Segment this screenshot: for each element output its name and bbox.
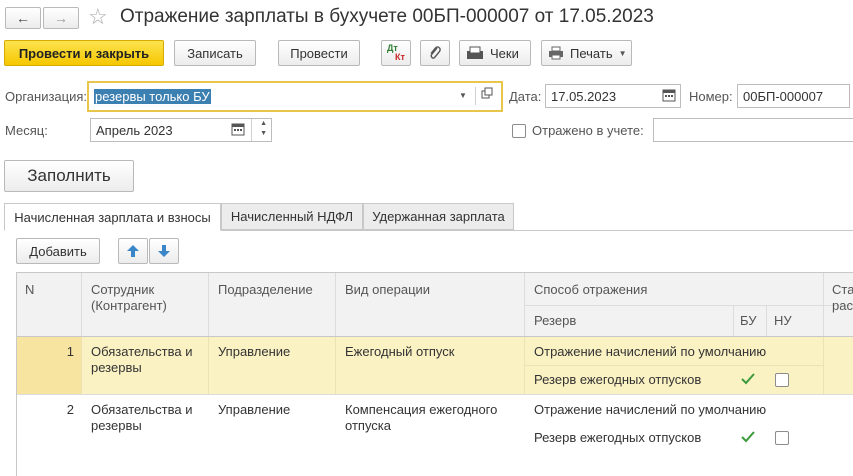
paperclip-icon — [430, 46, 441, 59]
post-button[interactable]: Провести — [278, 40, 360, 66]
row2-operation: Компенсация ежегодного отпуска — [345, 402, 498, 433]
save-button[interactable]: Записать — [174, 40, 256, 66]
calendar-icon[interactable] — [662, 88, 676, 105]
organization-field[interactable]: резервы только БУ ▼ — [87, 81, 503, 112]
dt-kt-button[interactable]: Дт Кт — [381, 40, 411, 66]
arrow-up-icon — [127, 245, 139, 257]
reflected-field[interactable] — [653, 118, 853, 142]
row1-n: 1 — [66, 344, 74, 359]
row2-reflection: Отражение начислений по умолчанию — [534, 402, 767, 417]
forward-button[interactable]: → — [43, 7, 79, 29]
add-button[interactable]: Добавить — [16, 238, 100, 264]
spin-down-icon[interactable]: ▼ — [260, 130, 267, 137]
tab-accrued-ndfl[interactable]: Начисленный НДФЛ — [221, 203, 363, 230]
month-field[interactable]: Апрель 2023 ▲ ▼ — [90, 118, 272, 142]
tab-accrued-salary[interactable]: Начисленная зарплата и взносы — [4, 203, 221, 231]
spin-up-icon[interactable]: ▲ — [260, 120, 267, 127]
row1-bu-checkbox[interactable] — [741, 372, 755, 386]
arrow-left-icon: ← — [16, 10, 30, 26]
attach-button[interactable] — [420, 40, 450, 66]
checkmark-icon — [741, 373, 755, 385]
row1-reflection: Отражение начислений по умолчанию — [534, 344, 767, 359]
back-button[interactable]: ← — [5, 7, 41, 29]
number-label: Номер: — [689, 89, 733, 104]
arrow-down-icon — [158, 245, 170, 257]
table: N Сотрудник (Контрагент) Подразделение В… — [16, 272, 853, 476]
reflected-checkbox[interactable] — [512, 124, 526, 138]
reflected-label: Отражено в учете: — [532, 123, 644, 138]
receipts-label: Чеки — [490, 45, 519, 61]
row1-department: Управление — [218, 344, 291, 359]
header-operation: Вид операции — [345, 282, 431, 297]
row1-reserve: Резерв ежегодных отпусков — [534, 372, 702, 387]
post-and-close-button[interactable]: Провести и закрыть — [4, 40, 164, 66]
move-down-button[interactable] — [149, 238, 179, 264]
receipts-button[interactable]: Чеки — [459, 40, 531, 66]
row1-operation: Ежегодный отпуск — [345, 344, 455, 359]
row1-employee: Обязательства и резервы — [91, 344, 193, 375]
kt-label: Кт — [395, 52, 405, 62]
header-reserve: Резерв — [534, 313, 577, 328]
date-value: 17.05.2023 — [551, 88, 617, 104]
window-title: Отражение зарплаты в бухучете 00БП-00000… — [120, 6, 654, 27]
print-button[interactable]: Печать ▼ — [541, 40, 632, 66]
row2-bu-checkbox[interactable] — [741, 430, 755, 444]
header-n: N — [25, 282, 35, 297]
month-label: Месяц: — [5, 123, 48, 138]
printer-icon — [549, 46, 563, 60]
row2-n: 2 — [66, 402, 74, 417]
dt-kt-icon: Дт Кт — [386, 43, 406, 62]
move-up-button[interactable] — [118, 238, 148, 264]
organization-value: резервы только БУ — [94, 89, 211, 104]
arrow-right-icon: → — [54, 10, 68, 26]
print-label: Печать — [570, 45, 613, 61]
row2-reserve: Резерв ежегодных отпусков — [534, 430, 702, 445]
fill-button[interactable]: Заполнить — [4, 160, 134, 192]
tab-withheld-salary[interactable]: Удержанная зарплата — [363, 203, 514, 230]
row2-department: Управление — [218, 402, 291, 417]
organization-open-icon[interactable] — [481, 87, 495, 101]
row1-nu-checkbox[interactable] — [775, 373, 789, 387]
calendar-icon[interactable] — [231, 122, 245, 139]
favorite-star-icon[interactable]: ☆ — [88, 5, 108, 29]
organization-dropdown-icon[interactable]: ▼ — [455, 88, 471, 104]
header-department: Подразделение — [218, 282, 313, 297]
month-value: Апрель 2023 — [96, 122, 173, 138]
header-reflection: Способ отражения — [534, 282, 648, 297]
number-value: 00БП-000007 — [743, 88, 824, 104]
header-employee: Сотрудник (Контрагент) — [91, 282, 167, 313]
header-nu: НУ — [774, 313, 792, 328]
checkmark-icon — [741, 431, 755, 443]
receipt-icon — [467, 46, 483, 59]
organization-label: Организация: — [5, 89, 88, 104]
row2-nu-checkbox[interactable] — [775, 431, 789, 445]
number-field[interactable]: 00БП-000007 — [737, 84, 850, 108]
date-field[interactable]: 17.05.2023 — [545, 84, 681, 108]
chevron-down-icon: ▼ — [618, 48, 627, 58]
header-bu: БУ — [740, 313, 757, 328]
header-status: Стат расх — [832, 282, 853, 313]
row2-employee: Обязательства и резервы — [91, 402, 193, 433]
date-label: Дата: — [509, 89, 542, 104]
